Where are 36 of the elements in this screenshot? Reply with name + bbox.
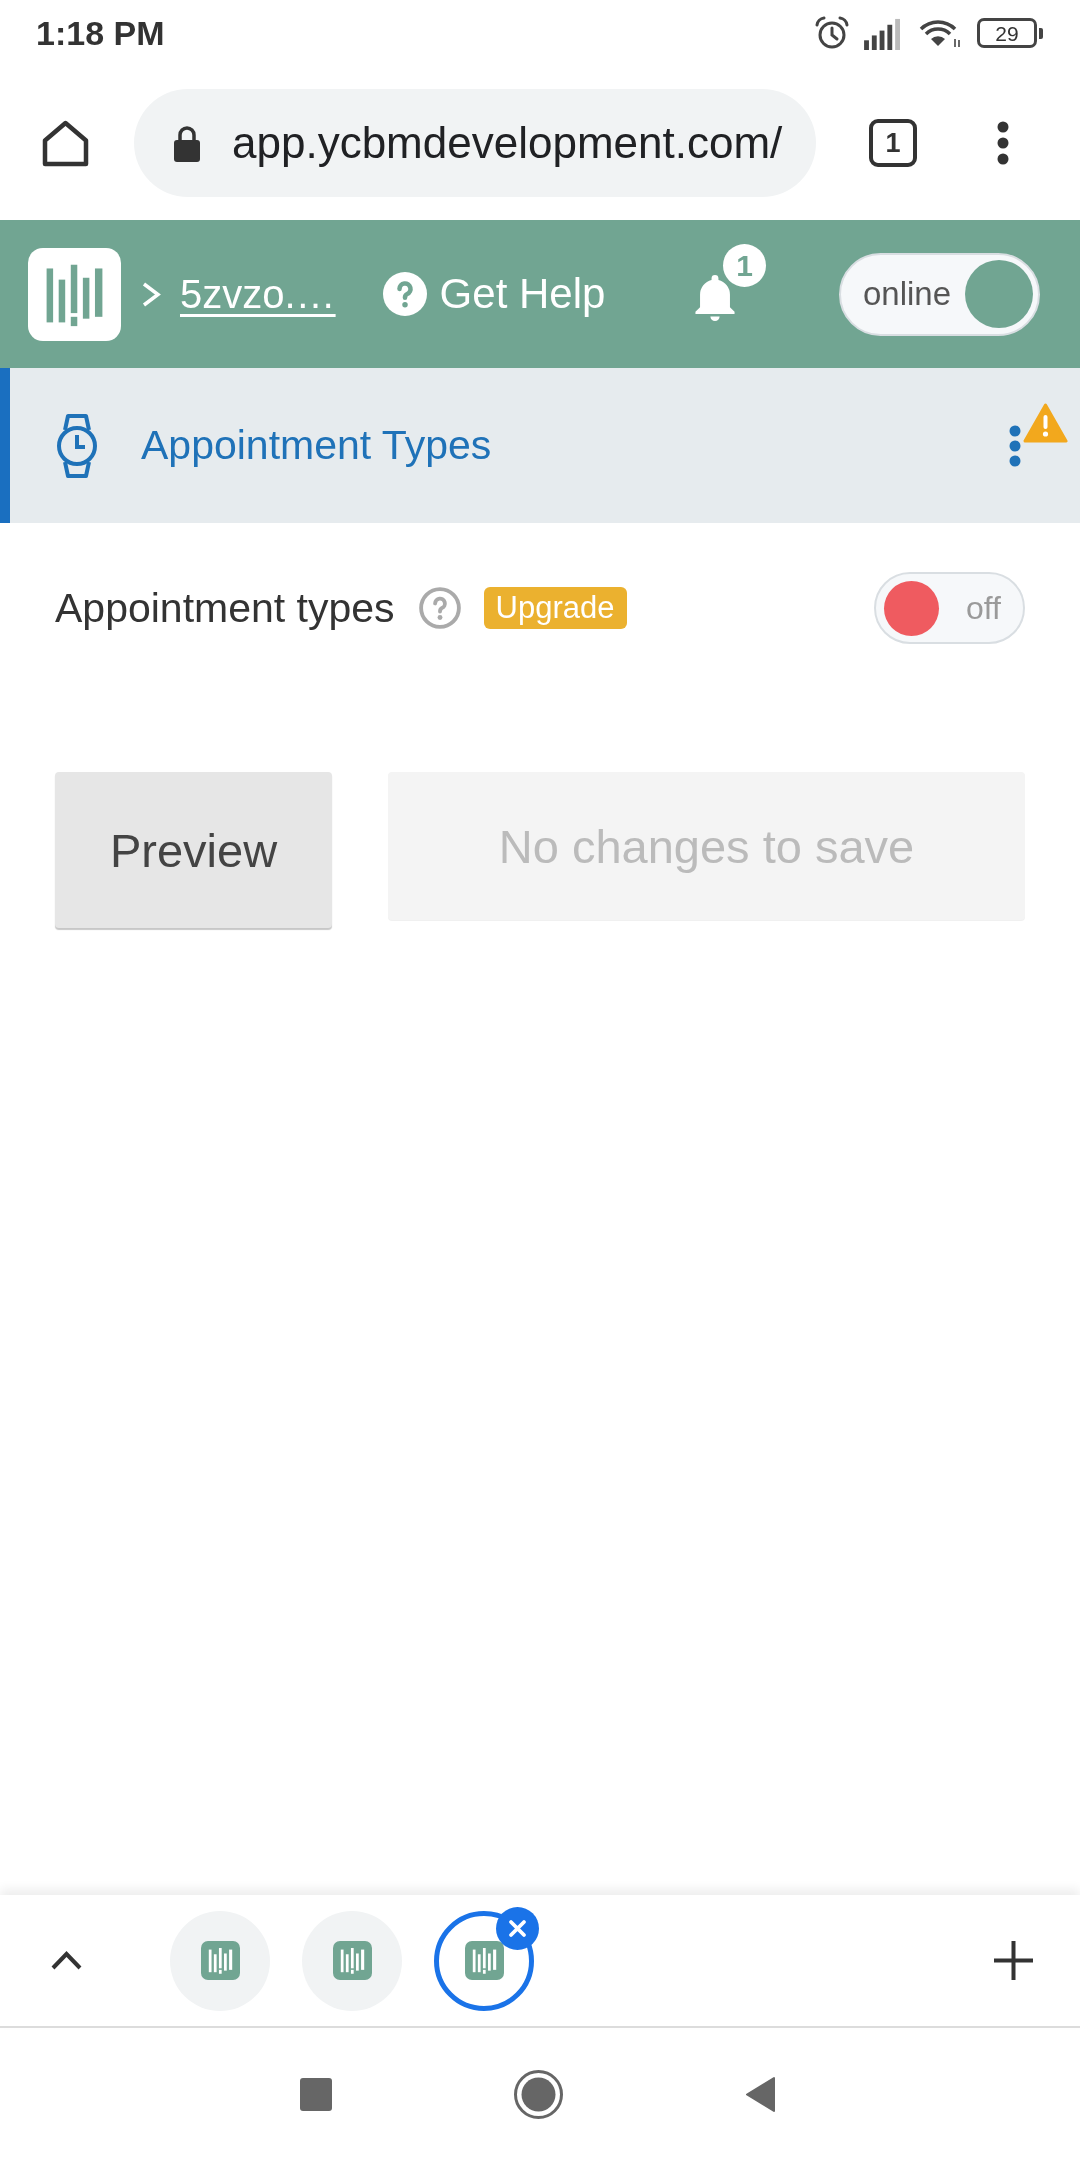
help-icon[interactable] [418, 587, 461, 629]
battery-indicator: 29 [977, 18, 1043, 48]
section-bar[interactable]: Appointment Types [0, 368, 1080, 523]
circle-icon[interactable] [514, 2069, 563, 2119]
app-logo-icon[interactable] [28, 247, 121, 341]
caret-up-icon[interactable] [50, 1950, 83, 1971]
help-link[interactable]: Get Help [382, 270, 606, 318]
app-logo-icon [464, 1941, 504, 1980]
feature-toggle[interactable]: off [874, 572, 1025, 644]
setting-label: Appointment types [55, 584, 395, 632]
square-icon[interactable] [300, 2077, 332, 2111]
app-logo-icon [200, 1941, 240, 1980]
wifi-icon [918, 18, 962, 48]
status-toggle[interactable]: online [839, 252, 1040, 336]
bell-icon[interactable] [694, 275, 736, 321]
alarm-icon [815, 16, 849, 50]
preview-button[interactable]: Preview [55, 772, 332, 928]
warning-icon [1023, 402, 1068, 443]
home-icon[interactable] [41, 118, 90, 168]
section-title: Appointment Types [141, 422, 492, 469]
back-icon[interactable] [745, 2075, 776, 2113]
watch-icon [54, 412, 100, 479]
help-icon [382, 272, 427, 316]
tab-count-button[interactable]: 1 [869, 119, 917, 167]
chevron-icon [141, 280, 162, 308]
overflow-menu-icon[interactable] [997, 121, 1009, 165]
lock-icon [172, 124, 202, 162]
signal-icon [864, 16, 903, 50]
breadcrumb-link[interactable]: 5zvzo.… [180, 271, 336, 317]
app-logo-icon [332, 1941, 372, 1980]
plus-icon[interactable] [994, 1941, 1033, 1980]
notification-badge: 1 [723, 244, 766, 287]
address-field[interactable]: app.ycbmdevelopment.com/ [134, 89, 816, 197]
status-time: 1:18 PM [36, 13, 165, 53]
more-options-icon[interactable] [1009, 424, 1021, 467]
close-icon[interactable] [496, 1906, 539, 1950]
